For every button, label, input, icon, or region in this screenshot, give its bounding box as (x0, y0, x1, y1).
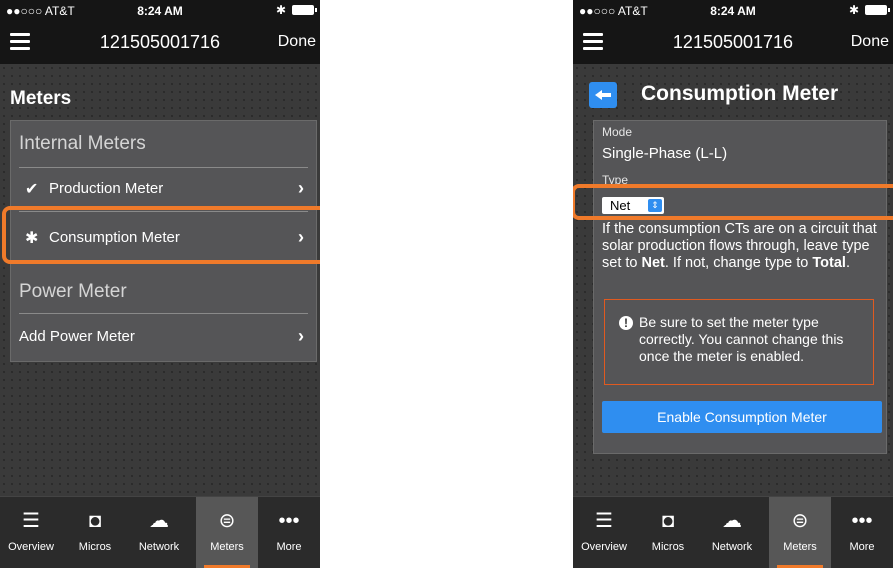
nav-title: 121505001716 (99, 32, 221, 52)
chevron-right-icon: › (298, 178, 304, 198)
tab-network[interactable]: ☁ Network (128, 497, 190, 568)
nav-bar: 121505001716 Done (573, 20, 893, 64)
warning-text: Be sure to set the meter type correctly.… (639, 314, 844, 364)
tab-more[interactable]: ••• More (831, 497, 893, 568)
cloud-upload-icon: ☁ (149, 510, 169, 532)
right-phone-screen: ●●○○○ AT&T 8:24 AM ✱ 121505001716 Done C… (573, 0, 893, 568)
mode-label: Mode (602, 125, 633, 139)
done-button[interactable]: Done (278, 33, 316, 51)
meter-icon: ⊜ (791, 510, 809, 532)
list-icon: ☰ (595, 510, 613, 532)
left-phone-screen: ●●○○○ AT&T 8:24 AM ✱ 121505001716 Done M… (0, 0, 320, 568)
meter-icon: ⊜ (218, 510, 236, 532)
tab-more[interactable]: ••• More (258, 497, 320, 568)
tab-micros[interactable]: ◘ Micros (637, 497, 699, 568)
done-button[interactable]: Done (851, 33, 889, 51)
tab-overview[interactable]: ☰ Overview (0, 497, 62, 568)
tab-meters[interactable]: ⊜ Meters (769, 497, 831, 568)
production-meter-row[interactable]: ✔ Production Meter › (11, 169, 316, 209)
warning-icon: ! (619, 316, 633, 330)
micro-icon: ◘ (661, 510, 675, 532)
tab-micros[interactable]: ◘ Micros (64, 497, 126, 568)
type-highlight (573, 184, 893, 220)
tab-overview[interactable]: ☰ Overview (573, 497, 635, 568)
page-title: Consumption Meter (641, 82, 839, 105)
bluetooth-icon: ✱ (275, 3, 286, 17)
add-power-meter-row[interactable]: Add Power Meter › (11, 317, 316, 357)
list-icon: ☰ (22, 510, 40, 532)
nav-bar: 121505001716 Done (0, 20, 320, 64)
back-button[interactable] (589, 82, 617, 108)
status-time: 8:24 AM (710, 4, 756, 18)
battery-icon (865, 5, 890, 15)
tab-bar: ☰ Overview ◘ Micros ☁ Network ⊜ Meters •… (0, 496, 320, 568)
production-meter-label: Production Meter (49, 180, 164, 197)
nav-title: 121505001716 (672, 32, 794, 52)
chevron-right-icon: › (298, 326, 304, 346)
mode-value: Single-Phase (L-L) (602, 145, 728, 162)
tab-network[interactable]: ☁ Network (701, 497, 763, 568)
checkmark-icon: ✔ (25, 181, 39, 198)
enable-consumption-button[interactable]: Enable Consumption Meter (602, 401, 882, 433)
status-bar: ●●○○○ AT&T 8:24 AM ✱ (573, 0, 893, 20)
more-icon: ••• (851, 510, 873, 532)
micro-icon: ◘ (88, 510, 102, 532)
consumption-panel: Mode Single-Phase (L-L) Type Net ⇕ If th… (593, 120, 887, 454)
consumption-highlight (2, 206, 320, 264)
page-title: Meters (10, 88, 72, 109)
type-description: If the consumption CTs are on a circuit … (602, 221, 877, 271)
tab-meters[interactable]: ⊜ Meters (196, 497, 258, 568)
status-bar: ●●○○○ AT&T 8:24 AM ✱ (0, 0, 320, 20)
tab-bar: ☰ Overview ◘ Micros ☁ Network ⊜ Meters •… (573, 496, 893, 568)
add-power-meter-label: Add Power Meter (19, 328, 135, 345)
internal-meters-header: Internal Meters (19, 133, 146, 154)
cloud-upload-icon: ☁ (722, 510, 742, 532)
battery-icon (292, 5, 317, 15)
bluetooth-icon: ✱ (848, 3, 859, 17)
status-time: 8:24 AM (137, 4, 183, 18)
more-icon: ••• (278, 510, 300, 532)
warning-box: ! Be sure to set the meter type correctl… (604, 299, 874, 385)
power-meter-header: Power Meter (19, 281, 127, 302)
